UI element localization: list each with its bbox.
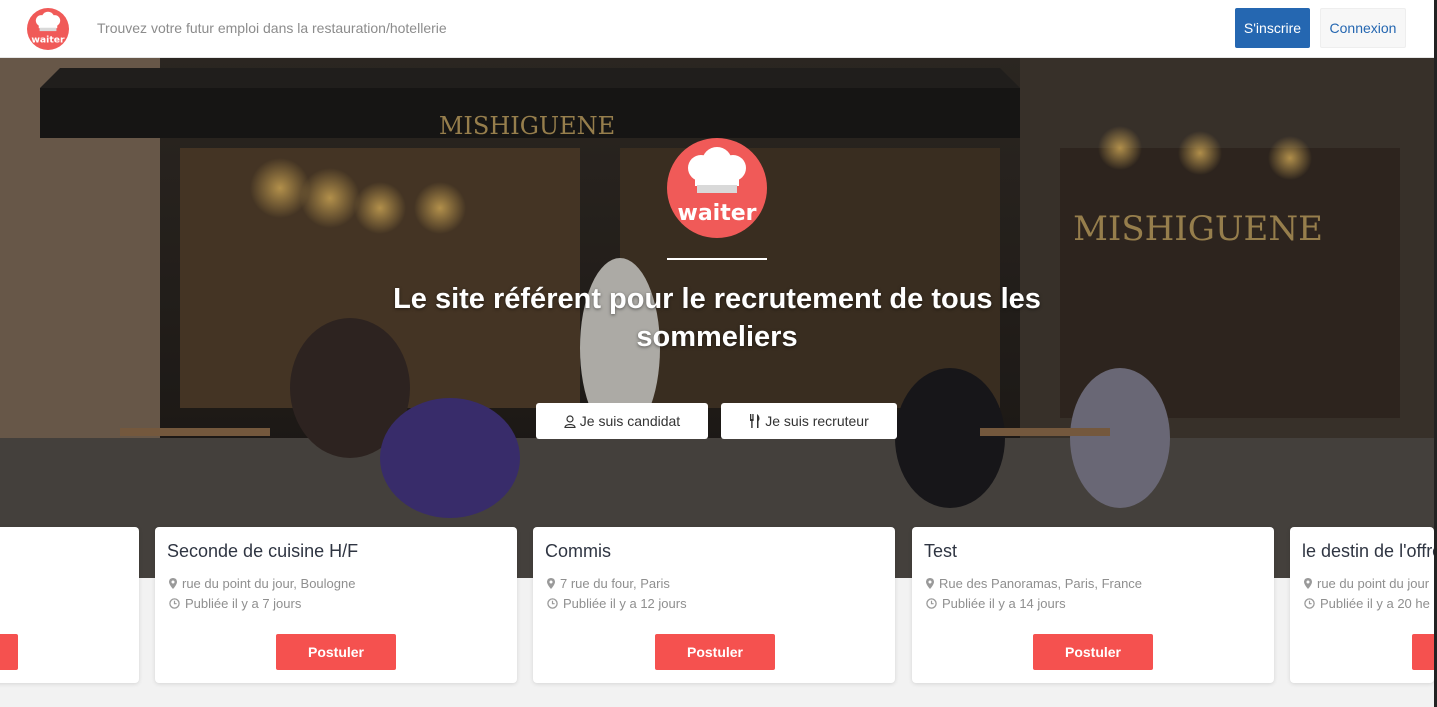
chef-hat-icon: waiter — [31, 11, 65, 45]
job-address: 7 rue du four, Paris — [547, 576, 670, 591]
job-address: Rue des Panoramas, Paris, France — [926, 576, 1142, 591]
job-title[interactable]: le destin de l'offre — [1302, 541, 1434, 562]
job-date-text: Publiée il y a 12 jours — [563, 596, 687, 611]
job-address: rue du point du jour, Boulogne — [169, 576, 355, 591]
job-address-text: 7 rue du four, Paris — [560, 576, 670, 591]
job-card: Seconde de cuisine H/F rue du point du j… — [155, 527, 517, 683]
job-date: Publiée il y a 20 he — [1304, 596, 1430, 611]
job-card: le destin de l'offre rue du point du jou… — [1290, 527, 1434, 683]
job-address-text: Rue des Panoramas, Paris, France — [939, 576, 1143, 591]
map-marker-icon — [547, 578, 555, 589]
top-header: waiter Trouvez votre futur emploi dans l… — [0, 0, 1437, 58]
job-address: rue du point du jour — [1304, 576, 1429, 591]
chef-hat-icon: waiter — [678, 147, 757, 226]
user-icon — [564, 414, 576, 428]
clock-icon — [1304, 598, 1315, 609]
header-tagline: Trouvez votre futur emploi dans la resta… — [97, 20, 447, 36]
job-date: Publiée il y a 7 jours — [169, 596, 301, 611]
recruiter-button[interactable]: Je suis recruteur — [721, 403, 897, 439]
apply-button[interactable] — [1412, 634, 1434, 670]
recruiter-button-label: Je suis recruteur — [765, 413, 869, 429]
job-title[interactable]: Test — [924, 541, 957, 562]
clock-icon — [926, 598, 937, 609]
job-card — [0, 527, 139, 683]
candidate-button-label: Je suis candidat — [579, 413, 681, 429]
job-title[interactable]: Seconde de cuisine H/F — [167, 541, 358, 562]
map-marker-icon — [926, 578, 934, 589]
utensils-icon — [750, 414, 760, 428]
job-address-text: rue du point du jour — [1317, 576, 1430, 591]
login-button[interactable]: Connexion — [1320, 8, 1406, 48]
clock-icon — [169, 598, 180, 609]
svg-text:waiter: waiter — [31, 34, 65, 45]
signup-button[interactable]: S'inscrire — [1235, 8, 1310, 48]
map-marker-icon — [1304, 578, 1312, 589]
job-title[interactable]: Commis — [545, 541, 611, 562]
job-date-text: Publiée il y a 7 jours — [185, 596, 302, 611]
apply-button[interactable]: Postuler — [1033, 634, 1153, 670]
candidate-button[interactable]: Je suis candidat — [536, 403, 708, 439]
apply-button[interactable]: Postuler — [276, 634, 396, 670]
svg-text:waiter: waiter — [678, 201, 757, 226]
waiter-logo[interactable]: waiter — [27, 8, 69, 50]
hero-waiter-logo: waiter — [667, 138, 767, 238]
hero-divider — [667, 258, 767, 260]
hero-banner: MISHIGUENE MISHIGUENE waiter Le site réf… — [0, 58, 1434, 578]
map-marker-icon — [169, 578, 177, 589]
job-card: Test Rue des Panoramas, Paris, France Pu… — [912, 527, 1274, 683]
job-date: Publiée il y a 14 jours — [926, 596, 1066, 611]
hero-title: Le site référent pour le recrutement de … — [393, 283, 1041, 353]
job-card: Commis 7 rue du four, Paris Publiée il y… — [533, 527, 895, 683]
job-date-text: Publiée il y a 20 he — [1320, 596, 1430, 611]
job-date: Publiée il y a 12 jours — [547, 596, 687, 611]
job-address-text: rue du point du jour, Boulogne — [182, 576, 356, 591]
apply-button[interactable] — [0, 634, 18, 670]
clock-icon — [547, 598, 558, 609]
job-date-text: Publiée il y a 14 jours — [942, 596, 1066, 611]
apply-button[interactable]: Postuler — [655, 634, 775, 670]
